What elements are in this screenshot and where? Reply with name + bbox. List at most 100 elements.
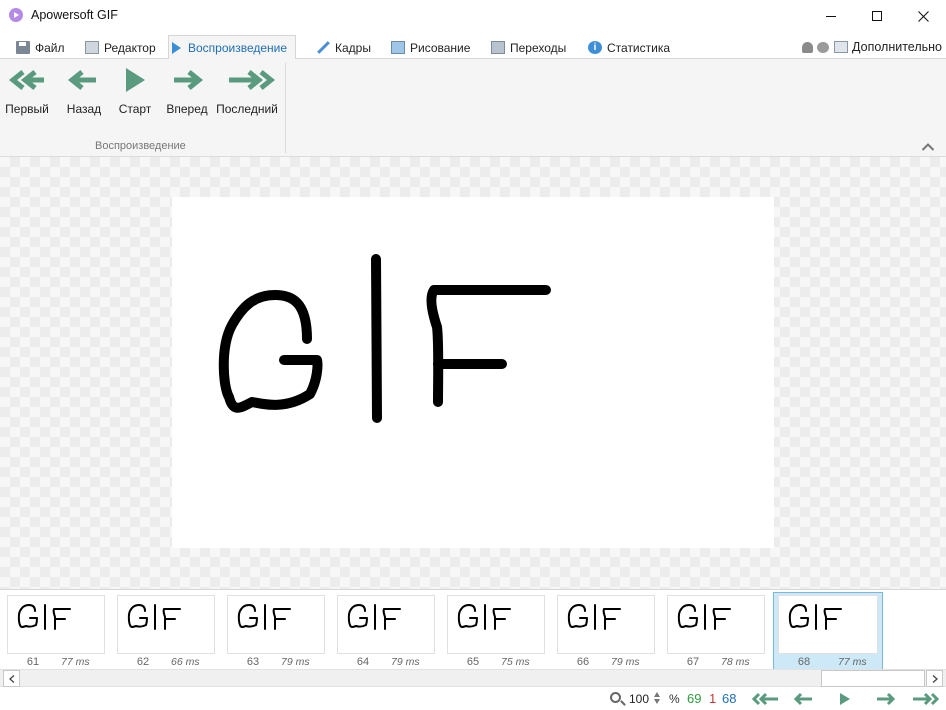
ribbon-panel: Первый Назад Старт Вперед Последний Восп… (0, 59, 946, 157)
editor-icon (85, 41, 99, 54)
status-first-button[interactable] (751, 692, 781, 709)
scroll-right-button[interactable] (926, 670, 943, 687)
first-frame-button[interactable]: Первый (5, 63, 49, 116)
minimize-button[interactable] (808, 0, 854, 32)
chevron-left-icon (8, 674, 14, 683)
frame-thumbnail-image (667, 595, 765, 654)
floppy-icon (16, 41, 30, 54)
double-arrow-right-icon (229, 70, 276, 90)
maximize-button[interactable] (854, 0, 900, 32)
feedback-icon[interactable] (817, 41, 830, 53)
collapse-ribbon-button[interactable] (921, 141, 935, 155)
chevron-up-icon (921, 143, 935, 151)
frame-thumbnail[interactable]: 64 79 ms (333, 593, 435, 671)
gif-thumbnail-drawing (677, 604, 731, 630)
arrow-left-icon (793, 692, 812, 706)
scrollbar-thumb[interactable] (821, 670, 925, 687)
first-frame-label: Первый (5, 102, 49, 116)
current-frame-number: 68 (722, 691, 737, 706)
play-triangle-icon (126, 68, 145, 92)
double-arrow-left-icon (751, 692, 778, 706)
tab-editor[interactable]: Редактор (82, 36, 156, 59)
frame-number: 64 (356, 656, 370, 668)
scroll-left-button[interactable] (3, 670, 20, 687)
play-button[interactable]: Старт (118, 63, 152, 116)
frame-duration[interactable]: 75 ms (501, 656, 530, 668)
frame-number: 68 (797, 656, 811, 668)
double-arrow-right-icon (913, 692, 940, 706)
status-next-button[interactable] (874, 692, 896, 709)
play-triangle-icon (840, 693, 850, 705)
current-frame-preview[interactable] (172, 197, 774, 548)
double-arrow-left-icon (8, 70, 44, 90)
gif-drawing (218, 254, 551, 423)
frame-duration[interactable]: 78 ms (721, 656, 750, 668)
frame-number: 67 (686, 656, 700, 668)
last-frame-label: Последний (216, 102, 278, 116)
frame-number: 63 (246, 656, 260, 668)
frame-thumbnail[interactable]: 68 77 ms (773, 592, 883, 670)
minimize-icon (826, 15, 836, 17)
tab-statistics[interactable]: i Статистика (585, 36, 670, 59)
frame-duration[interactable]: 77 ms (61, 656, 90, 668)
frame-thumbnail-image (117, 595, 215, 654)
gif-thumbnail-drawing (347, 604, 401, 630)
status-previous-button[interactable] (793, 692, 815, 709)
frame-duration[interactable]: 77 ms (838, 656, 867, 668)
frame-thumbnail[interactable]: 65 75 ms (443, 593, 545, 671)
arrow-right-icon (877, 692, 896, 706)
frame-duration[interactable]: 79 ms (281, 656, 310, 668)
zoom-unit: % (669, 692, 680, 706)
frame-thumbnail[interactable]: 66 79 ms (553, 593, 655, 671)
status-last-button[interactable] (910, 692, 940, 709)
status-play-button[interactable] (838, 692, 852, 709)
zoom-icon (610, 692, 621, 703)
frame-thumbnail[interactable]: 67 78 ms (663, 593, 765, 671)
picture-icon (391, 41, 405, 54)
play-icon (172, 41, 181, 54)
frame-duration[interactable]: 79 ms (611, 656, 640, 668)
gif-thumbnail-drawing (237, 604, 291, 630)
last-frame-button[interactable]: Последний (215, 63, 279, 116)
tab-frames[interactable]: Кадры (313, 36, 371, 59)
header-extras: Дополнительно (802, 37, 942, 57)
frame-number: 66 (576, 656, 590, 668)
gif-thumbnail-drawing (17, 604, 71, 630)
zoom-up-icon[interactable] (654, 692, 660, 697)
menu-tabs: Файл Редактор Воспроизведение Кадры Рисо… (0, 34, 946, 59)
transitions-icon (491, 41, 505, 54)
frame-thumbnail[interactable]: 61 77 ms (3, 593, 105, 671)
maximize-icon (872, 11, 882, 21)
close-button[interactable] (900, 0, 946, 32)
next-frame-button[interactable]: Вперед (166, 63, 208, 116)
next-frame-label: Вперед (166, 102, 208, 116)
zoom-input[interactable]: 100 (629, 692, 649, 706)
canvas-area (0, 157, 946, 589)
info-icon: i (588, 41, 602, 54)
tab-transitions[interactable]: Переходы (488, 36, 566, 59)
tab-label: Кадры (335, 40, 371, 55)
tab-file[interactable]: Файл (13, 36, 65, 59)
frame-duration[interactable]: 66 ms (171, 656, 200, 668)
ribbon-group-label: Воспроизведение (95, 140, 186, 152)
filmstrip-scrollbar[interactable] (0, 669, 946, 687)
tab-drawing[interactable]: Рисование (388, 36, 470, 59)
more-button[interactable]: Дополнительно (852, 40, 942, 54)
gif-thumbnail-drawing (457, 604, 511, 630)
status-bar: 100 % 69 1 68 (0, 688, 946, 710)
previous-frame-button[interactable]: Назад (64, 63, 104, 116)
chevron-right-icon (932, 674, 938, 683)
window-title: Apowersoft GIF (31, 8, 118, 22)
frame-thumbnail[interactable]: 62 66 ms (113, 593, 215, 671)
frame-thumbnail-image (447, 595, 545, 654)
zoom-stepper[interactable] (654, 692, 662, 704)
close-icon (917, 10, 929, 22)
frame-number: 62 (136, 656, 150, 668)
tab-playback[interactable]: Воспроизведение (168, 35, 297, 59)
frame-thumbnail-image (778, 595, 878, 654)
frame-thumbnail[interactable]: 63 79 ms (223, 593, 325, 671)
tab-label: Файл (35, 40, 65, 55)
zoom-down-icon[interactable] (654, 699, 660, 704)
user-icon[interactable] (802, 41, 814, 53)
frame-duration[interactable]: 79 ms (391, 656, 420, 668)
